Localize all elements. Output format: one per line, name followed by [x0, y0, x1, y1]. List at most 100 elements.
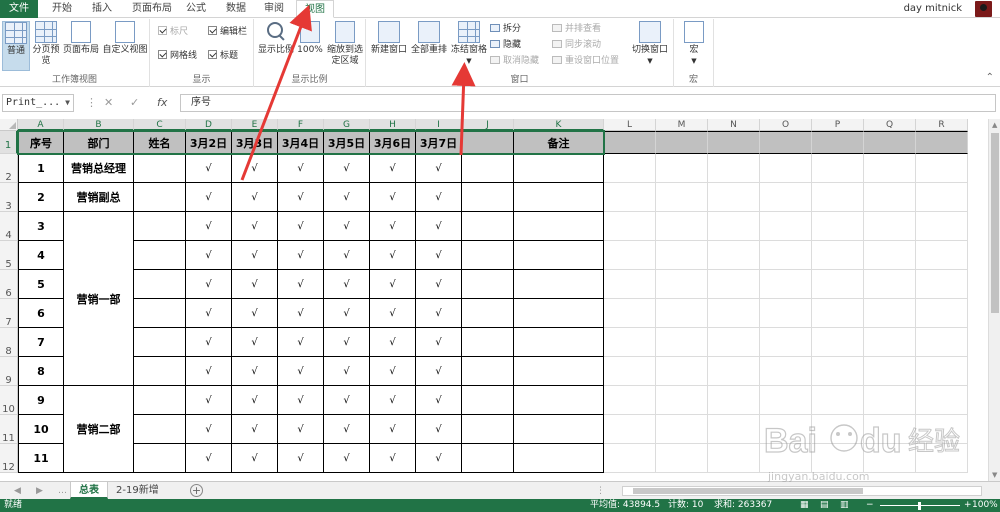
attendance-cell[interactable]: √	[416, 386, 462, 415]
page-break-status-icon[interactable]: ▥	[840, 499, 849, 512]
column-header[interactable]: F	[278, 119, 324, 131]
attendance-cell[interactable]: √	[416, 212, 462, 241]
arrange-all-button[interactable]: 全部重排	[410, 21, 448, 71]
row-header[interactable]: 7	[0, 299, 18, 328]
collapse-ribbon-icon[interactable]: ⌃	[986, 72, 994, 83]
tab-file[interactable]: 文件	[0, 0, 38, 18]
row-header[interactable]: 10	[0, 386, 18, 415]
remark-cell[interactable]	[514, 328, 604, 357]
page-layout-status-icon[interactable]: ▤	[820, 499, 829, 512]
name-cell[interactable]	[134, 328, 186, 357]
column-header[interactable]: K	[514, 119, 604, 131]
column-header[interactable]: O	[760, 119, 812, 131]
zoom-slider-thumb[interactable]	[918, 502, 921, 510]
tab-page-layout[interactable]: 页面布局	[132, 0, 172, 18]
remark-cell[interactable]	[514, 357, 604, 386]
tab-formulas[interactable]: 公式	[186, 0, 206, 18]
department-cell[interactable]: 营销总经理	[64, 154, 134, 183]
freeze-panes-button[interactable]: 冻结窗格 ▼	[450, 21, 488, 71]
zoom-in-icon[interactable]: +	[964, 499, 972, 512]
cell[interactable]	[462, 241, 514, 270]
attendance-cell[interactable]: √	[370, 241, 416, 270]
attendance-cell[interactable]: √	[186, 415, 232, 444]
column-header[interactable]: I	[416, 119, 462, 131]
serial-cell[interactable]: 1	[18, 154, 64, 183]
tab-home[interactable]: 开始	[52, 0, 72, 18]
hide-button[interactable]: 隐藏	[490, 38, 521, 52]
remark-cell[interactable]	[514, 183, 604, 212]
cancel-icon[interactable]: ✕	[104, 94, 113, 112]
formula-input[interactable]: 序号	[180, 94, 996, 112]
cell[interactable]	[462, 444, 514, 473]
sync-scroll-button[interactable]: 同步滚动	[552, 38, 601, 52]
scroll-thumb[interactable]	[633, 488, 863, 494]
attendance-cell[interactable]: √	[186, 444, 232, 473]
attendance-cell[interactable]: √	[232, 415, 278, 444]
serial-cell[interactable]: 4	[18, 241, 64, 270]
attendance-cell[interactable]: √	[278, 357, 324, 386]
remark-cell[interactable]	[514, 241, 604, 270]
attendance-cell[interactable]: √	[416, 328, 462, 357]
name-cell[interactable]	[134, 386, 186, 415]
attendance-cell[interactable]: √	[416, 154, 462, 183]
attendance-cell[interactable]: √	[370, 299, 416, 328]
cell[interactable]	[462, 415, 514, 444]
department-cell[interactable]: 营销一部	[64, 212, 134, 386]
name-cell[interactable]	[134, 299, 186, 328]
attendance-cell[interactable]: √	[278, 386, 324, 415]
attendance-cell[interactable]: √	[232, 241, 278, 270]
attendance-cell[interactable]: √	[232, 444, 278, 473]
column-header[interactable]: J	[462, 119, 514, 131]
column-header[interactable]: Q	[864, 119, 916, 131]
zoom-button[interactable]: 显示比例	[256, 21, 296, 71]
cell[interactable]	[462, 154, 514, 183]
page-layout-view-button[interactable]: 页面布局	[62, 21, 100, 71]
row-header[interactable]: 11	[0, 415, 18, 444]
attendance-cell[interactable]: √	[370, 212, 416, 241]
name-cell[interactable]	[134, 241, 186, 270]
remark-cell[interactable]	[514, 154, 604, 183]
attendance-cell[interactable]: √	[416, 444, 462, 473]
table-header-cell[interactable]	[462, 131, 514, 154]
attendance-cell[interactable]: √	[324, 328, 370, 357]
serial-cell[interactable]: 2	[18, 183, 64, 212]
column-header[interactable]: D	[186, 119, 232, 131]
table-header-cell[interactable]	[864, 131, 916, 154]
attendance-cell[interactable]: √	[324, 415, 370, 444]
attendance-cell[interactable]: √	[324, 299, 370, 328]
attendance-cell[interactable]: √	[416, 183, 462, 212]
attendance-cell[interactable]: √	[186, 154, 232, 183]
name-cell[interactable]	[134, 154, 186, 183]
remark-cell[interactable]	[514, 444, 604, 473]
attendance-cell[interactable]: √	[232, 270, 278, 299]
column-header[interactable]: A	[18, 119, 64, 131]
custom-views-button[interactable]: 自定义视图	[101, 21, 149, 71]
zoom-100-button[interactable]: 100%	[296, 21, 324, 71]
table-header-cell[interactable]	[708, 131, 760, 154]
serial-cell[interactable]: 3	[18, 212, 64, 241]
tab-review[interactable]: 审阅	[264, 0, 284, 18]
gridlines-checkbox[interactable]: 网格线	[158, 49, 197, 63]
horizontal-scrollbar[interactable]	[622, 486, 982, 496]
new-window-button[interactable]: 新建窗口	[370, 21, 408, 71]
attendance-cell[interactable]: √	[186, 270, 232, 299]
table-header-cell[interactable]: 姓名	[134, 131, 186, 154]
attendance-cell[interactable]: √	[278, 212, 324, 241]
scroll-down-icon[interactable]: ▼	[992, 471, 997, 479]
row-header[interactable]: 4	[0, 212, 18, 241]
zoom-to-selection-button[interactable]: 缩放到选定区域	[326, 21, 364, 71]
macros-button[interactable]: 宏 ▼	[678, 21, 710, 71]
normal-view-button[interactable]: 普通	[2, 21, 30, 71]
ruler-checkbox[interactable]: 标尺	[158, 25, 188, 39]
cell[interactable]	[462, 270, 514, 299]
select-all-corner[interactable]	[0, 119, 18, 131]
attendance-cell[interactable]: √	[324, 444, 370, 473]
attendance-cell[interactable]: √	[232, 154, 278, 183]
row-header[interactable]: 3	[0, 183, 18, 212]
attendance-cell[interactable]: √	[232, 386, 278, 415]
attendance-cell[interactable]: √	[324, 183, 370, 212]
more-sheets-icon[interactable]: …	[58, 482, 67, 500]
table-header-cell[interactable]: 3月7日	[416, 131, 462, 154]
name-cell[interactable]	[134, 357, 186, 386]
column-header[interactable]: R	[916, 119, 968, 131]
